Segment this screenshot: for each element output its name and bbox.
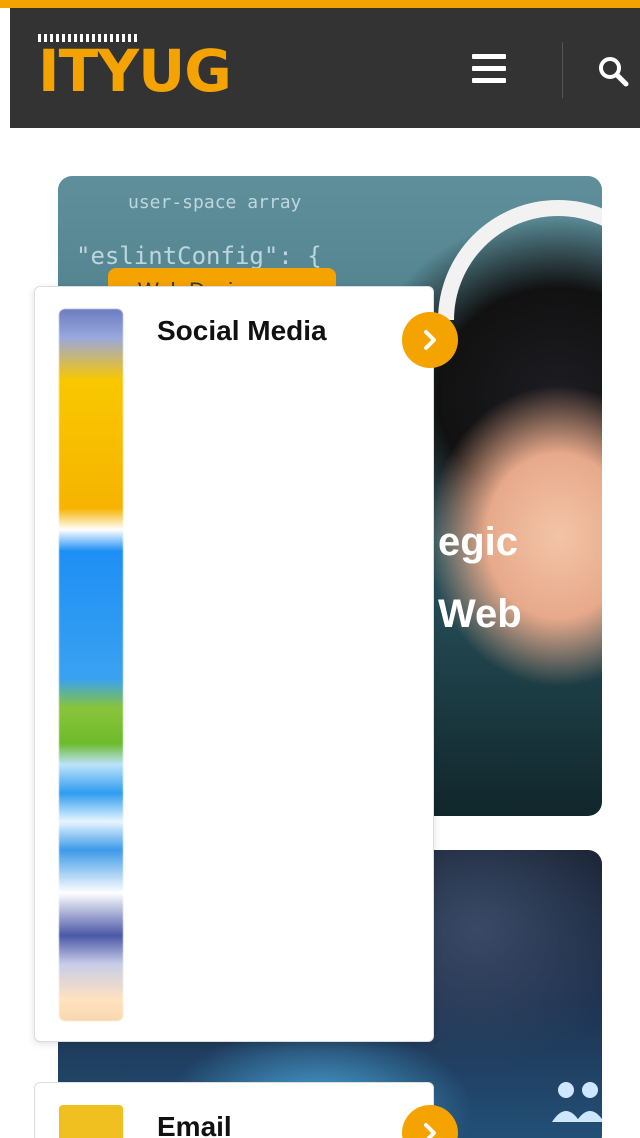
accent-topbar [0, 0, 640, 8]
social-media-thumbnail [59, 309, 123, 1021]
search-icon[interactable] [596, 54, 630, 88]
code-line: user-space array [128, 192, 302, 213]
site-header: ITYUG [10, 8, 640, 128]
chevron-right-icon[interactable] [402, 312, 458, 368]
team-icon [552, 1082, 602, 1122]
dropdown-item-title[interactable]: Email [157, 1111, 232, 1138]
site-logo[interactable]: ITYUG [38, 32, 278, 114]
dropdown-panel-email: Email [34, 1082, 458, 1138]
hero-title-line: egic [438, 520, 519, 564]
hamburger-menu-icon[interactable] [472, 54, 506, 84]
header-divider [562, 42, 563, 98]
hero-title: egic Web [438, 506, 522, 650]
headphone-shape [438, 200, 602, 320]
logo-text: ITYUG [38, 37, 232, 105]
hero-title-line: Web [438, 592, 522, 636]
email-thumbnail [59, 1105, 123, 1138]
dropdown-item-title[interactable]: Social Media [157, 315, 327, 347]
dropdown-panel: Social Media [34, 286, 458, 1042]
code-line: "eslintConfig": { [76, 242, 322, 270]
